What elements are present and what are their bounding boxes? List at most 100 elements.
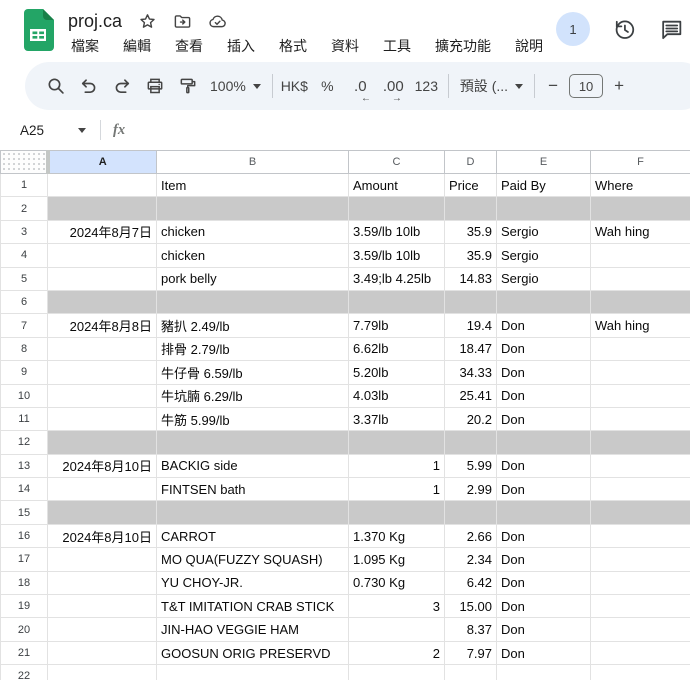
cell-B11[interactable]: 牛筋 5.99/lb [157, 407, 349, 430]
cell-A1[interactable] [48, 174, 157, 197]
cell-E20[interactable]: Don [497, 618, 591, 641]
name-box[interactable]: A25 [20, 123, 78, 138]
cell-C21[interactable]: 2 [349, 641, 445, 664]
cell-D8[interactable]: 18.47 [445, 337, 497, 360]
cell-F21[interactable] [591, 641, 690, 664]
cell-C5[interactable]: 3.49;lb 4.25lb [349, 267, 445, 290]
cell-F15[interactable] [591, 501, 690, 524]
menu-insert[interactable]: 插入 [224, 35, 258, 57]
cell-F17[interactable] [591, 548, 690, 571]
cell-A20[interactable] [48, 618, 157, 641]
cell-E19[interactable]: Don [497, 595, 591, 618]
cell-A12[interactable] [48, 431, 157, 454]
cell-D17[interactable]: 2.34 [445, 548, 497, 571]
cell-C16[interactable]: 1.370 Kg [349, 524, 445, 547]
cell-D15[interactable] [445, 501, 497, 524]
move-to-folder-icon[interactable] [173, 12, 192, 31]
cell-B10[interactable]: 牛坑腩 6.29/lb [157, 384, 349, 407]
cell-E9[interactable]: Don [497, 361, 591, 384]
cell-B5[interactable]: pork belly [157, 267, 349, 290]
increase-font-size-button[interactable]: + [606, 70, 632, 102]
row-header-1[interactable]: 1 [1, 174, 48, 197]
cell-A16[interactable]: 2024年8月10日 [48, 524, 157, 547]
row-header-8[interactable]: 8 [1, 337, 48, 360]
cell-D13[interactable]: 5.99 [445, 454, 497, 477]
menu-help[interactable]: 說明 [512, 35, 546, 57]
cell-D21[interactable]: 7.97 [445, 641, 497, 664]
column-header-E[interactable]: E [497, 151, 591, 174]
increase-decimal-button[interactable]: .00→ [377, 70, 410, 102]
cell-A14[interactable] [48, 478, 157, 501]
row-header-10[interactable]: 10 [1, 384, 48, 407]
cell-E18[interactable]: Don [497, 571, 591, 594]
cell-F8[interactable] [591, 337, 690, 360]
row-header-14[interactable]: 14 [1, 478, 48, 501]
cell-C9[interactable]: 5.20lb [349, 361, 445, 384]
cell-D19[interactable]: 15.00 [445, 595, 497, 618]
cell-A7[interactable]: 2024年8月8日 [48, 314, 157, 337]
cell-E1[interactable]: Paid By [497, 174, 591, 197]
cell-E10[interactable]: Don [497, 384, 591, 407]
cell-A9[interactable] [48, 361, 157, 384]
decrease-decimal-button[interactable]: .0← [344, 70, 377, 102]
zoom-select[interactable]: 100% [204, 70, 267, 102]
redo-icon[interactable] [105, 70, 138, 102]
cell-F13[interactable] [591, 454, 690, 477]
row-header-11[interactable]: 11 [1, 407, 48, 430]
cell-B17[interactable]: MO QUA(FUZZY SQUASH) [157, 548, 349, 571]
cell-C3[interactable]: 3.59/lb 10lb [349, 220, 445, 243]
row-header-18[interactable]: 18 [1, 571, 48, 594]
cell-C22[interactable] [349, 665, 445, 680]
cell-E4[interactable]: Sergio [497, 244, 591, 267]
cell-D4[interactable]: 35.9 [445, 244, 497, 267]
cell-A4[interactable] [48, 244, 157, 267]
paint-format-icon[interactable] [171, 70, 204, 102]
menu-edit[interactable]: 編輯 [120, 35, 154, 57]
collaborator-badge[interactable]: 1 [556, 12, 590, 46]
cell-C13[interactable]: 1 [349, 454, 445, 477]
cell-F20[interactable] [591, 618, 690, 641]
cell-B1[interactable]: Item [157, 174, 349, 197]
cell-F3[interactable]: Wah hing [591, 220, 690, 243]
cell-E16[interactable]: Don [497, 524, 591, 547]
cell-D11[interactable]: 20.2 [445, 407, 497, 430]
cell-E17[interactable]: Don [497, 548, 591, 571]
cell-E6[interactable] [497, 290, 591, 313]
cell-C10[interactable]: 4.03lb [349, 384, 445, 407]
cell-E14[interactable]: Don [497, 478, 591, 501]
undo-icon[interactable] [72, 70, 105, 102]
cell-C15[interactable] [349, 501, 445, 524]
cell-A8[interactable] [48, 337, 157, 360]
cell-E21[interactable]: Don [497, 641, 591, 664]
cell-F9[interactable] [591, 361, 690, 384]
cell-E3[interactable]: Sergio [497, 220, 591, 243]
row-header-17[interactable]: 17 [1, 548, 48, 571]
cell-C12[interactable] [349, 431, 445, 454]
row-header-7[interactable]: 7 [1, 314, 48, 337]
cell-F5[interactable] [591, 267, 690, 290]
row-header-12[interactable]: 12 [1, 431, 48, 454]
cell-A22[interactable] [48, 665, 157, 680]
more-formats-button[interactable]: 123 [410, 70, 443, 102]
select-all-corner[interactable] [1, 151, 48, 174]
percent-format-button[interactable]: % [311, 70, 344, 102]
menu-data[interactable]: 資料 [328, 35, 362, 57]
cell-E5[interactable]: Sergio [497, 267, 591, 290]
column-header-C[interactable]: C [349, 151, 445, 174]
cell-D1[interactable]: Price [445, 174, 497, 197]
menu-file[interactable]: 檔案 [68, 35, 102, 57]
cell-D6[interactable] [445, 290, 497, 313]
chevron-down-icon[interactable] [78, 128, 86, 133]
cell-E15[interactable] [497, 501, 591, 524]
cell-C1[interactable]: Amount [349, 174, 445, 197]
comment-icon[interactable] [659, 17, 684, 42]
column-header-A[interactable]: A [48, 151, 157, 174]
cell-A6[interactable] [48, 290, 157, 313]
cell-B4[interactable]: chicken [157, 244, 349, 267]
cell-B2[interactable] [157, 197, 349, 220]
cell-A18[interactable] [48, 571, 157, 594]
row-header-21[interactable]: 21 [1, 641, 48, 664]
cell-A10[interactable] [48, 384, 157, 407]
cell-B3[interactable]: chicken [157, 220, 349, 243]
font-select[interactable]: 預設 (... [454, 70, 529, 102]
